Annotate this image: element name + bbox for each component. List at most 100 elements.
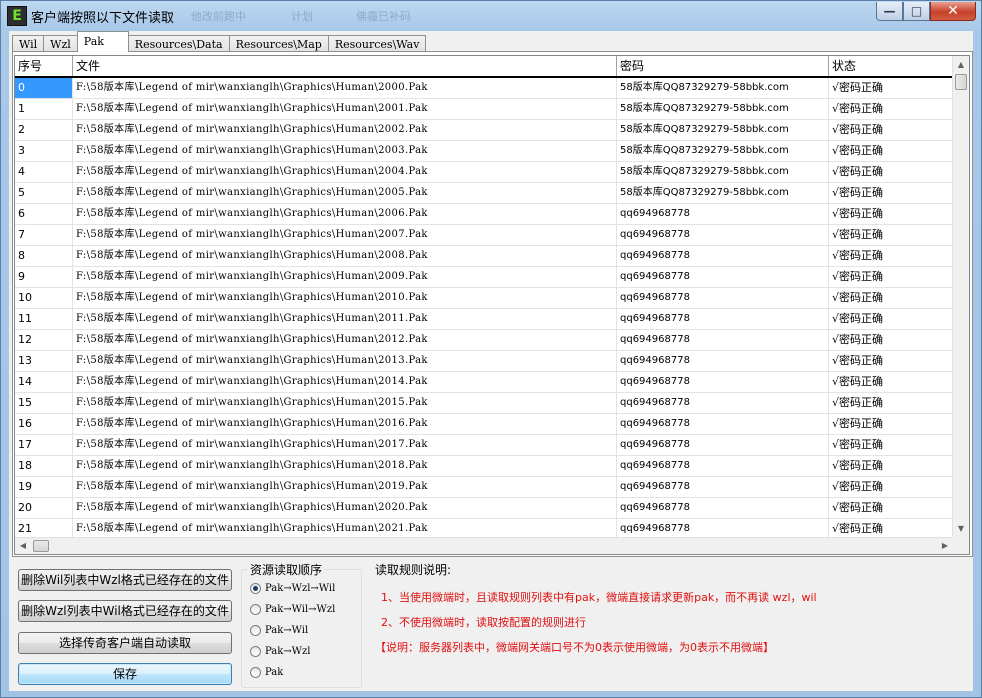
- cell-index[interactable]: 11: [15, 309, 73, 329]
- table-row[interactable]: 18 F:\58版本库\Legend of mir\wanxianglh\Grap…: [15, 456, 955, 477]
- cell-index[interactable]: 6: [15, 204, 73, 224]
- cell-index[interactable]: 21: [15, 519, 73, 539]
- cell-password[interactable]: qq694968778: [617, 456, 829, 476]
- cell-status[interactable]: √密码正确: [829, 99, 955, 119]
- scroll-down-icon[interactable]: ▼: [953, 520, 969, 537]
- table-row[interactable]: 8 F:\58版本库\Legend of mir\wanxianglh\Graph…: [15, 246, 955, 267]
- cell-file[interactable]: F:\58版本库\Legend of mir\wanxianglh\Graphi…: [73, 99, 617, 119]
- cell-index[interactable]: 4: [15, 162, 73, 182]
- cell-file[interactable]: F:\58版本库\Legend of mir\wanxianglh\Graphi…: [73, 498, 617, 518]
- tab-resources-data[interactable]: Resources\Data: [127, 35, 230, 52]
- cell-index[interactable]: 7: [15, 225, 73, 245]
- cell-password[interactable]: qq694968778: [617, 477, 829, 497]
- cell-file[interactable]: F:\58版本库\Legend of mir\wanxianglh\Graphi…: [73, 288, 617, 308]
- cell-status[interactable]: √密码正确: [829, 141, 955, 161]
- order-option-3[interactable]: Pak→Wil: [250, 622, 308, 638]
- tab-wil[interactable]: Wil: [12, 35, 45, 52]
- column-header-password[interactable]: 密码: [617, 56, 829, 76]
- cell-password[interactable]: qq694968778: [617, 414, 829, 434]
- radio-icon[interactable]: [250, 645, 261, 657]
- cell-index[interactable]: 2: [15, 120, 73, 140]
- cell-password[interactable]: 58版本库QQ87329279-58bbk.com: [617, 183, 829, 203]
- close-button[interactable]: ✕: [930, 2, 976, 21]
- cell-password[interactable]: qq694968778: [617, 225, 829, 245]
- radio-icon[interactable]: [250, 666, 261, 678]
- cell-password[interactable]: qq694968778: [617, 330, 829, 350]
- order-option-2[interactable]: Pak→Wil→Wzl: [250, 601, 335, 617]
- cell-password[interactable]: qq694968778: [617, 288, 829, 308]
- cell-status[interactable]: √密码正确: [829, 351, 955, 371]
- table-row[interactable]: 15 F:\58版本库\Legend of mir\wanxianglh\Grap…: [15, 393, 955, 414]
- table-row[interactable]: 14 F:\58版本库\Legend of mir\wanxianglh\Grap…: [15, 372, 955, 393]
- cell-file[interactable]: F:\58版本库\Legend of mir\wanxianglh\Graphi…: [73, 162, 617, 182]
- table-row[interactable]: 0 F:\58版本库\Legend of mir\wanxianglh\Graph…: [15, 78, 955, 99]
- cell-status[interactable]: √密码正确: [829, 120, 955, 140]
- cell-password[interactable]: qq694968778: [617, 372, 829, 392]
- cell-file[interactable]: F:\58版本库\Legend of mir\wanxianglh\Graphi…: [73, 225, 617, 245]
- cell-index[interactable]: 0: [15, 78, 73, 98]
- cell-status[interactable]: √密码正确: [829, 330, 955, 350]
- cell-index[interactable]: 16: [15, 414, 73, 434]
- vertical-scroll-thumb[interactable]: [955, 74, 967, 90]
- cell-index[interactable]: 13: [15, 351, 73, 371]
- table-row[interactable]: 7 F:\58版本库\Legend of mir\wanxianglh\Graph…: [15, 225, 955, 246]
- horizontal-scrollbar[interactable]: ◀ ▶: [15, 537, 953, 554]
- vertical-scrollbar[interactable]: ▲ ▼: [952, 56, 969, 537]
- cell-file[interactable]: F:\58版本库\Legend of mir\wanxianglh\Graphi…: [73, 351, 617, 371]
- table-row[interactable]: 1 F:\58版本库\Legend of mir\wanxianglh\Graph…: [15, 99, 955, 120]
- column-header-status[interactable]: 状态: [829, 56, 955, 76]
- cell-password[interactable]: qq694968778: [617, 267, 829, 287]
- cell-status[interactable]: √密码正确: [829, 183, 955, 203]
- radio-selected-icon[interactable]: [250, 582, 261, 594]
- cell-status[interactable]: √密码正确: [829, 204, 955, 224]
- cell-password[interactable]: 58版本库QQ87329279-58bbk.com: [617, 162, 829, 182]
- cell-password[interactable]: 58版本库QQ87329279-58bbk.com: [617, 120, 829, 140]
- column-header-file[interactable]: 文件: [73, 56, 617, 76]
- cell-status[interactable]: √密码正确: [829, 519, 955, 539]
- cell-status[interactable]: √密码正确: [829, 309, 955, 329]
- scroll-up-icon[interactable]: ▲: [953, 56, 969, 73]
- cell-index[interactable]: 8: [15, 246, 73, 266]
- cell-file[interactable]: F:\58版本库\Legend of mir\wanxianglh\Graphi…: [73, 309, 617, 329]
- cell-status[interactable]: √密码正确: [829, 393, 955, 413]
- cell-file[interactable]: F:\58版本库\Legend of mir\wanxianglh\Graphi…: [73, 414, 617, 434]
- table-row[interactable]: 6 F:\58版本库\Legend of mir\wanxianglh\Graph…: [15, 204, 955, 225]
- cell-password[interactable]: 58版本库QQ87329279-58bbk.com: [617, 99, 829, 119]
- cell-password[interactable]: qq694968778: [617, 498, 829, 518]
- cell-status[interactable]: √密码正确: [829, 477, 955, 497]
- title-bar[interactable]: E 客户端按照以下文件读取 他改前跑中 计划 佛霾已补码 — □ ✕: [1, 1, 981, 29]
- cell-index[interactable]: 1: [15, 99, 73, 119]
- cell-status[interactable]: √密码正确: [829, 225, 955, 245]
- cell-file[interactable]: F:\58版本库\Legend of mir\wanxianglh\Graphi…: [73, 267, 617, 287]
- cell-index[interactable]: 9: [15, 267, 73, 287]
- cell-password[interactable]: qq694968778: [617, 204, 829, 224]
- column-header-index[interactable]: 序号: [15, 56, 73, 76]
- cell-status[interactable]: √密码正确: [829, 435, 955, 455]
- order-option-4[interactable]: Pak→Wzl: [250, 643, 310, 659]
- cell-password[interactable]: qq694968778: [617, 519, 829, 539]
- cell-status[interactable]: √密码正确: [829, 456, 955, 476]
- cell-password[interactable]: qq694968778: [617, 435, 829, 455]
- cell-status[interactable]: √密码正确: [829, 78, 955, 98]
- cell-file[interactable]: F:\58版本库\Legend of mir\wanxianglh\Graphi…: [73, 456, 617, 476]
- cell-password[interactable]: qq694968778: [617, 351, 829, 371]
- cell-index[interactable]: 17: [15, 435, 73, 455]
- cell-password[interactable]: 58版本库QQ87329279-58bbk.com: [617, 141, 829, 161]
- scroll-left-icon[interactable]: ◀: [15, 538, 31, 554]
- cell-status[interactable]: √密码正确: [829, 246, 955, 266]
- tab-resources-map[interactable]: Resources\Map: [228, 35, 329, 52]
- cell-index[interactable]: 14: [15, 372, 73, 392]
- cell-index[interactable]: 10: [15, 288, 73, 308]
- tab-pak[interactable]: Pak: [76, 31, 129, 52]
- save-button[interactable]: 保存: [18, 663, 232, 685]
- cell-file[interactable]: F:\58版本库\Legend of mir\wanxianglh\Graphi…: [73, 183, 617, 203]
- table-row[interactable]: 17 F:\58版本库\Legend of mir\wanxianglh\Grap…: [15, 435, 955, 456]
- file-list-grid[interactable]: 序号 文件 密码 状态 0 F:\58版本库\Legend of mir\wanx…: [14, 55, 970, 555]
- auto-read-client-button[interactable]: 选择传奇客户端自动读取: [18, 632, 232, 654]
- cell-status[interactable]: √密码正确: [829, 414, 955, 434]
- table-row[interactable]: 2 F:\58版本库\Legend of mir\wanxianglh\Graph…: [15, 120, 955, 141]
- horizontal-scroll-thumb[interactable]: [33, 540, 49, 552]
- cell-file[interactable]: F:\58版本库\Legend of mir\wanxianglh\Graphi…: [73, 435, 617, 455]
- cell-index[interactable]: 5: [15, 183, 73, 203]
- tab-resources-wav[interactable]: Resources\Wav: [327, 35, 427, 52]
